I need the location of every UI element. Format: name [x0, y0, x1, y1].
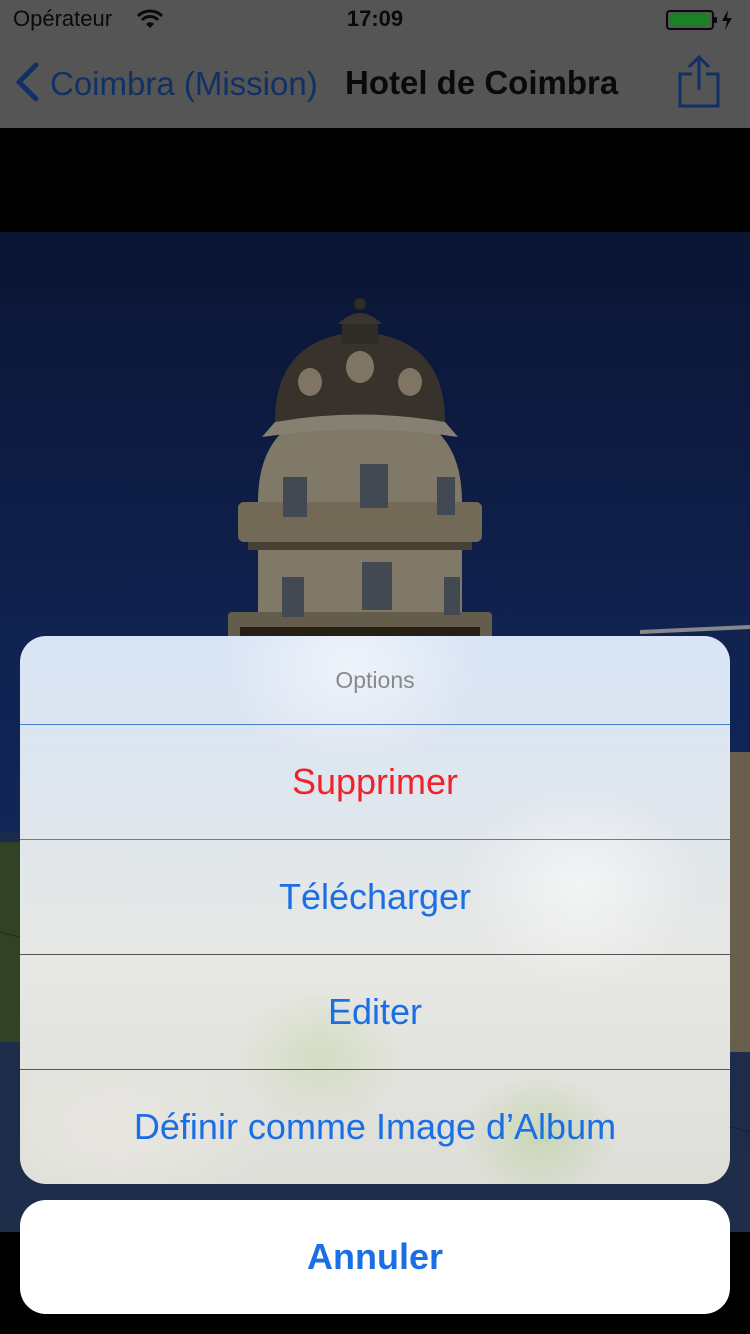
- delete-button[interactable]: Supprimer: [20, 725, 730, 839]
- cancel-button[interactable]: Annuler: [20, 1200, 730, 1314]
- edit-button[interactable]: Editer: [20, 955, 730, 1069]
- action-sheet-title: Options: [335, 666, 415, 693]
- set-album-cover-button[interactable]: Définir comme Image d’Album: [20, 1070, 730, 1184]
- action-sheet: Options Supprimer Télécharger Editer Déf…: [20, 636, 730, 1184]
- download-button[interactable]: Télécharger: [20, 840, 730, 954]
